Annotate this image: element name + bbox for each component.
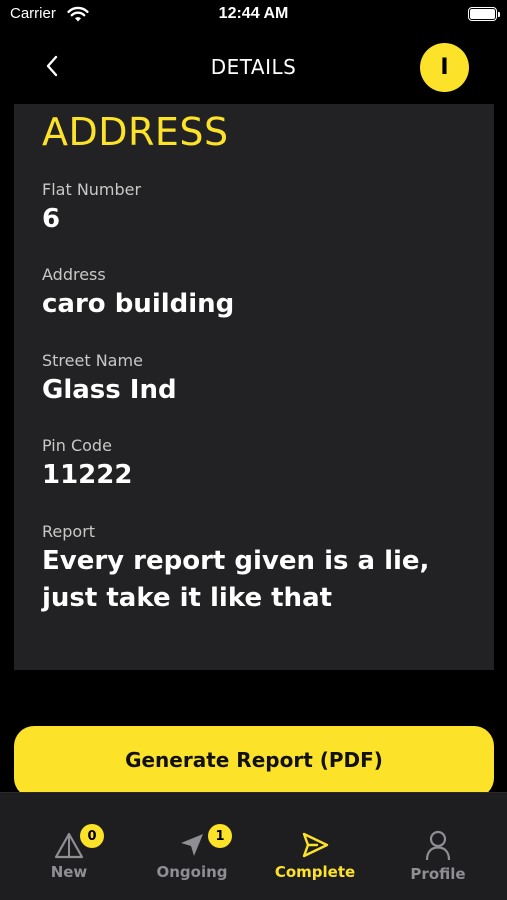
pin-code-field: Pin Code 11222 — [42, 436, 482, 494]
field-label: Report — [42, 522, 96, 541]
field-value: Every report given is a lie, just take i… — [42, 546, 430, 613]
tab-badge: 1 — [208, 824, 232, 848]
tab-ongoing[interactable]: 1 Ongoing — [129, 793, 255, 900]
field-value: 6 — [42, 204, 61, 234]
field-value: 11222 — [42, 460, 133, 490]
tab-profile[interactable]: Profile — [375, 793, 501, 900]
flat-number-field: Flat Number 6 — [42, 180, 482, 238]
status-time: 12:44 AM — [218, 5, 289, 22]
battery-icon — [468, 7, 500, 21]
tab-bar: 0 New 1 Ongoing Complete Profile — [0, 792, 507, 900]
report-field: Report Every report given is a lie, just… — [42, 522, 482, 617]
field-label: Pin Code — [42, 436, 112, 455]
navigation-bar: DETAILS I — [0, 36, 507, 98]
street-name-field: Street Name Glass Ind — [42, 351, 482, 409]
tab-label: New — [50, 863, 88, 881]
tab-complete[interactable]: Complete — [252, 793, 378, 900]
send-paper-plane-icon — [300, 831, 330, 863]
navigation-arrow-icon — [178, 831, 206, 863]
tab-label: Complete — [274, 863, 356, 881]
field-label: Street Name — [42, 351, 143, 370]
address-card: ADDRESS Flat Number 6 Address caro build… — [14, 104, 494, 670]
person-icon — [424, 829, 452, 865]
tab-new[interactable]: 0 New — [6, 793, 132, 900]
field-value: Glass Ind — [42, 375, 177, 405]
tab-label: Ongoing — [156, 863, 228, 881]
tab-badge: 0 — [80, 824, 104, 848]
generate-report-button[interactable]: Generate Report (PDF) — [14, 726, 494, 798]
tab-label: Profile — [410, 865, 466, 883]
status-bar: Carrier 12:44 AM — [0, 0, 507, 32]
section-title: ADDRESS — [42, 110, 229, 154]
field-label: Address — [42, 265, 106, 284]
field-label: Flat Number — [42, 180, 142, 199]
avatar[interactable]: I — [420, 43, 469, 92]
address-field: Address caro building — [42, 265, 482, 323]
field-value: caro building — [42, 289, 235, 319]
